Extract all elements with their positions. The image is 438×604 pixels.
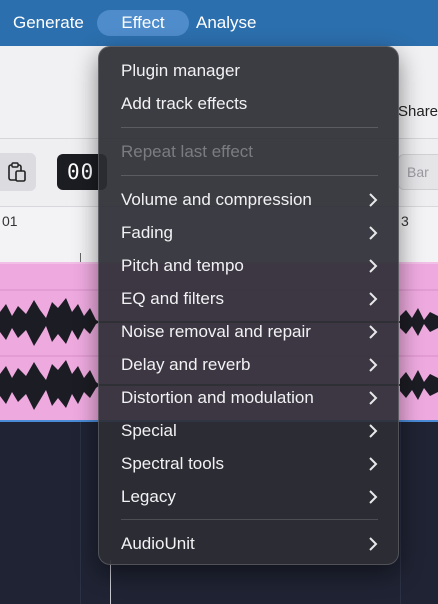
grid-line bbox=[400, 422, 401, 604]
menu-item-label: Plugin manager bbox=[121, 61, 241, 80]
menu-item-label: Distortion and modulation bbox=[121, 388, 314, 407]
chevron-right-icon bbox=[369, 193, 378, 207]
menu-item-label: EQ and filters bbox=[121, 289, 224, 308]
menu-item-fading[interactable]: Fading bbox=[99, 217, 398, 249]
menu-effect[interactable]: Effect bbox=[97, 10, 189, 36]
menu-analyse[interactable]: Analyse bbox=[196, 10, 256, 36]
chevron-right-icon bbox=[369, 325, 378, 339]
chevron-right-icon bbox=[369, 424, 378, 438]
menu-item-plugin-manager[interactable]: Plugin manager bbox=[99, 55, 398, 87]
effect-menu: Plugin manager Add track effects Repeat … bbox=[98, 46, 399, 565]
menu-item-delay-and-reverb[interactable]: Delay and reverb bbox=[99, 349, 398, 381]
chevron-right-icon bbox=[369, 537, 378, 551]
menu-generate[interactable]: Generate bbox=[13, 10, 84, 36]
ruler-label-left: 01 bbox=[2, 213, 18, 229]
chevron-right-icon bbox=[369, 490, 378, 504]
chevron-right-icon bbox=[369, 457, 378, 471]
menu-item-pitch-and-tempo[interactable]: Pitch and tempo bbox=[99, 250, 398, 282]
menu-separator bbox=[121, 175, 378, 176]
menu-item-label: Volume and compression bbox=[121, 190, 312, 209]
menu-item-special[interactable]: Special bbox=[99, 415, 398, 447]
paste-button[interactable] bbox=[0, 153, 36, 191]
menu-item-label: Add track effects bbox=[121, 94, 248, 113]
menu-item-spectral-tools[interactable]: Spectral tools bbox=[99, 448, 398, 480]
menu-item-add-track-effects[interactable]: Add track effects bbox=[99, 88, 398, 120]
menu-item-distortion-and-modulation[interactable]: Distortion and modulation bbox=[99, 382, 398, 414]
menu-separator bbox=[121, 519, 378, 520]
share-button[interactable]: Share bbox=[398, 103, 438, 120]
menu-item-label: Spectral tools bbox=[121, 454, 224, 473]
ruler-label-right: 3 bbox=[401, 213, 409, 229]
chevron-right-icon bbox=[369, 259, 378, 273]
menu-item-volume-and-compression[interactable]: Volume and compression bbox=[99, 184, 398, 216]
chevron-right-icon bbox=[369, 358, 378, 372]
menu-item-label: Repeat last effect bbox=[121, 142, 253, 161]
chevron-right-icon bbox=[369, 292, 378, 306]
menu-bar: Generate Effect Analyse bbox=[0, 0, 438, 46]
grid-line bbox=[80, 422, 81, 604]
menu-item-legacy[interactable]: Legacy bbox=[99, 481, 398, 513]
menu-item-label: AudioUnit bbox=[121, 534, 195, 553]
chevron-right-icon bbox=[369, 226, 378, 240]
chevron-right-icon bbox=[369, 391, 378, 405]
menu-item-label: Legacy bbox=[121, 487, 176, 506]
bar-field[interactable]: Bar bbox=[398, 154, 438, 190]
playhead[interactable] bbox=[110, 560, 111, 604]
menu-item-label: Noise removal and repair bbox=[121, 322, 311, 341]
menu-item-label: Fading bbox=[121, 223, 173, 242]
menu-item-label: Delay and reverb bbox=[121, 355, 251, 374]
clipboard-icon bbox=[8, 162, 26, 182]
menu-item-label: Special bbox=[121, 421, 177, 440]
menu-item-label: Pitch and tempo bbox=[121, 256, 244, 275]
menu-item-repeat-last-effect: Repeat last effect bbox=[99, 136, 398, 168]
menu-item-eq-and-filters[interactable]: EQ and filters bbox=[99, 283, 398, 315]
menu-separator bbox=[121, 127, 378, 128]
menu-item-noise-removal-and-repair[interactable]: Noise removal and repair bbox=[99, 316, 398, 348]
menu-item-audiounit[interactable]: AudioUnit bbox=[99, 528, 398, 560]
